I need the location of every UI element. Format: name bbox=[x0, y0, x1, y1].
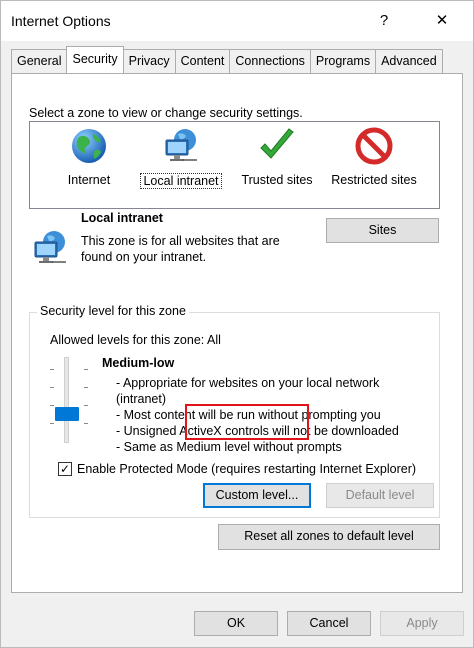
zone-trusted-sites-label: Trusted sites bbox=[241, 173, 313, 187]
zone-trusted-sites[interactable]: Trusted sites bbox=[232, 126, 322, 187]
slider-track bbox=[64, 357, 69, 443]
title-bar: Internet Options ? ✕ bbox=[1, 1, 473, 41]
security-tab-panel: Select a zone to view or change security… bbox=[11, 73, 463, 593]
tab-general[interactable]: General bbox=[11, 49, 68, 73]
slider-tick bbox=[50, 369, 54, 370]
tab-privacy[interactable]: Privacy bbox=[122, 49, 176, 73]
checkmark-icon bbox=[260, 128, 294, 159]
level-description-line: - Appropriate for websites on your local… bbox=[116, 376, 380, 390]
close-button[interactable]: ✕ bbox=[431, 10, 453, 32]
security-level-group-title: Security level for this zone bbox=[37, 304, 189, 318]
level-description-line: (intranet) bbox=[116, 392, 167, 406]
zone-local-intranet[interactable]: Local intranet bbox=[138, 126, 224, 189]
zone-restricted-sites[interactable]: Restricted sites bbox=[322, 126, 426, 187]
protected-mode-label: Enable Protected Mode (requires restarti… bbox=[77, 462, 417, 476]
sites-button[interactable]: Sites bbox=[326, 218, 439, 243]
custom-level-button[interactable]: Custom level... bbox=[203, 483, 311, 508]
slider-thumb[interactable] bbox=[55, 407, 79, 421]
zone-internet-label: Internet bbox=[67, 173, 111, 187]
allowed-levels-text: Allowed levels for this zone: All bbox=[50, 333, 221, 347]
tab-security[interactable]: Security bbox=[66, 46, 124, 73]
zone-description-line-2: found on your intranet. bbox=[81, 250, 207, 264]
slider-tick bbox=[50, 405, 54, 406]
level-name: Medium-low bbox=[102, 356, 175, 370]
slider-tick bbox=[84, 423, 88, 424]
default-level-button: Default level bbox=[326, 483, 434, 508]
slider-tick bbox=[84, 387, 88, 388]
slider-tick bbox=[84, 405, 88, 406]
prohibited-icon bbox=[355, 127, 393, 165]
zone-restricted-sites-label: Restricted sites bbox=[331, 173, 417, 187]
internet-options-window: Internet Options ? ✕ General Security Pr… bbox=[0, 0, 474, 648]
tab-bar: General Security Privacy Content Connect… bbox=[11, 46, 443, 73]
ok-button[interactable]: OK bbox=[194, 611, 278, 636]
tab-advanced[interactable]: Advanced bbox=[375, 49, 443, 73]
tab-content[interactable]: Content bbox=[174, 49, 231, 73]
tab-connections[interactable]: Connections bbox=[229, 49, 311, 73]
slider-tick bbox=[50, 387, 54, 388]
zone-description-line-1: This zone is for all websites that are bbox=[81, 234, 280, 248]
zone-prompt: Select a zone to view or change security… bbox=[29, 106, 303, 120]
apply-button: Apply bbox=[380, 611, 464, 636]
level-description-line: - Same as Medium level without prompts bbox=[116, 440, 342, 454]
zone-local-intranet-label: Local intranet bbox=[140, 173, 222, 189]
cancel-button[interactable]: Cancel bbox=[287, 611, 371, 636]
globe-icon bbox=[72, 129, 106, 163]
help-button[interactable]: ? bbox=[373, 10, 395, 32]
slider-tick bbox=[50, 423, 54, 424]
protected-mode-checkbox[interactable]: ✓ bbox=[58, 462, 72, 476]
network-computer-icon bbox=[165, 129, 197, 161]
zone-list: Internet Local intranet Trusted sites Re… bbox=[29, 121, 440, 209]
network-computer-icon bbox=[34, 231, 66, 263]
zone-internet[interactable]: Internet bbox=[54, 126, 124, 187]
custom-level-highlight-outline bbox=[185, 404, 309, 440]
slider-tick bbox=[84, 369, 88, 370]
reset-all-zones-button[interactable]: Reset all zones to default level bbox=[218, 524, 440, 550]
tab-programs[interactable]: Programs bbox=[309, 49, 377, 73]
window-title: Internet Options bbox=[11, 13, 111, 29]
zone-name: Local intranet bbox=[81, 211, 163, 225]
security-level-slider[interactable] bbox=[50, 357, 88, 445]
